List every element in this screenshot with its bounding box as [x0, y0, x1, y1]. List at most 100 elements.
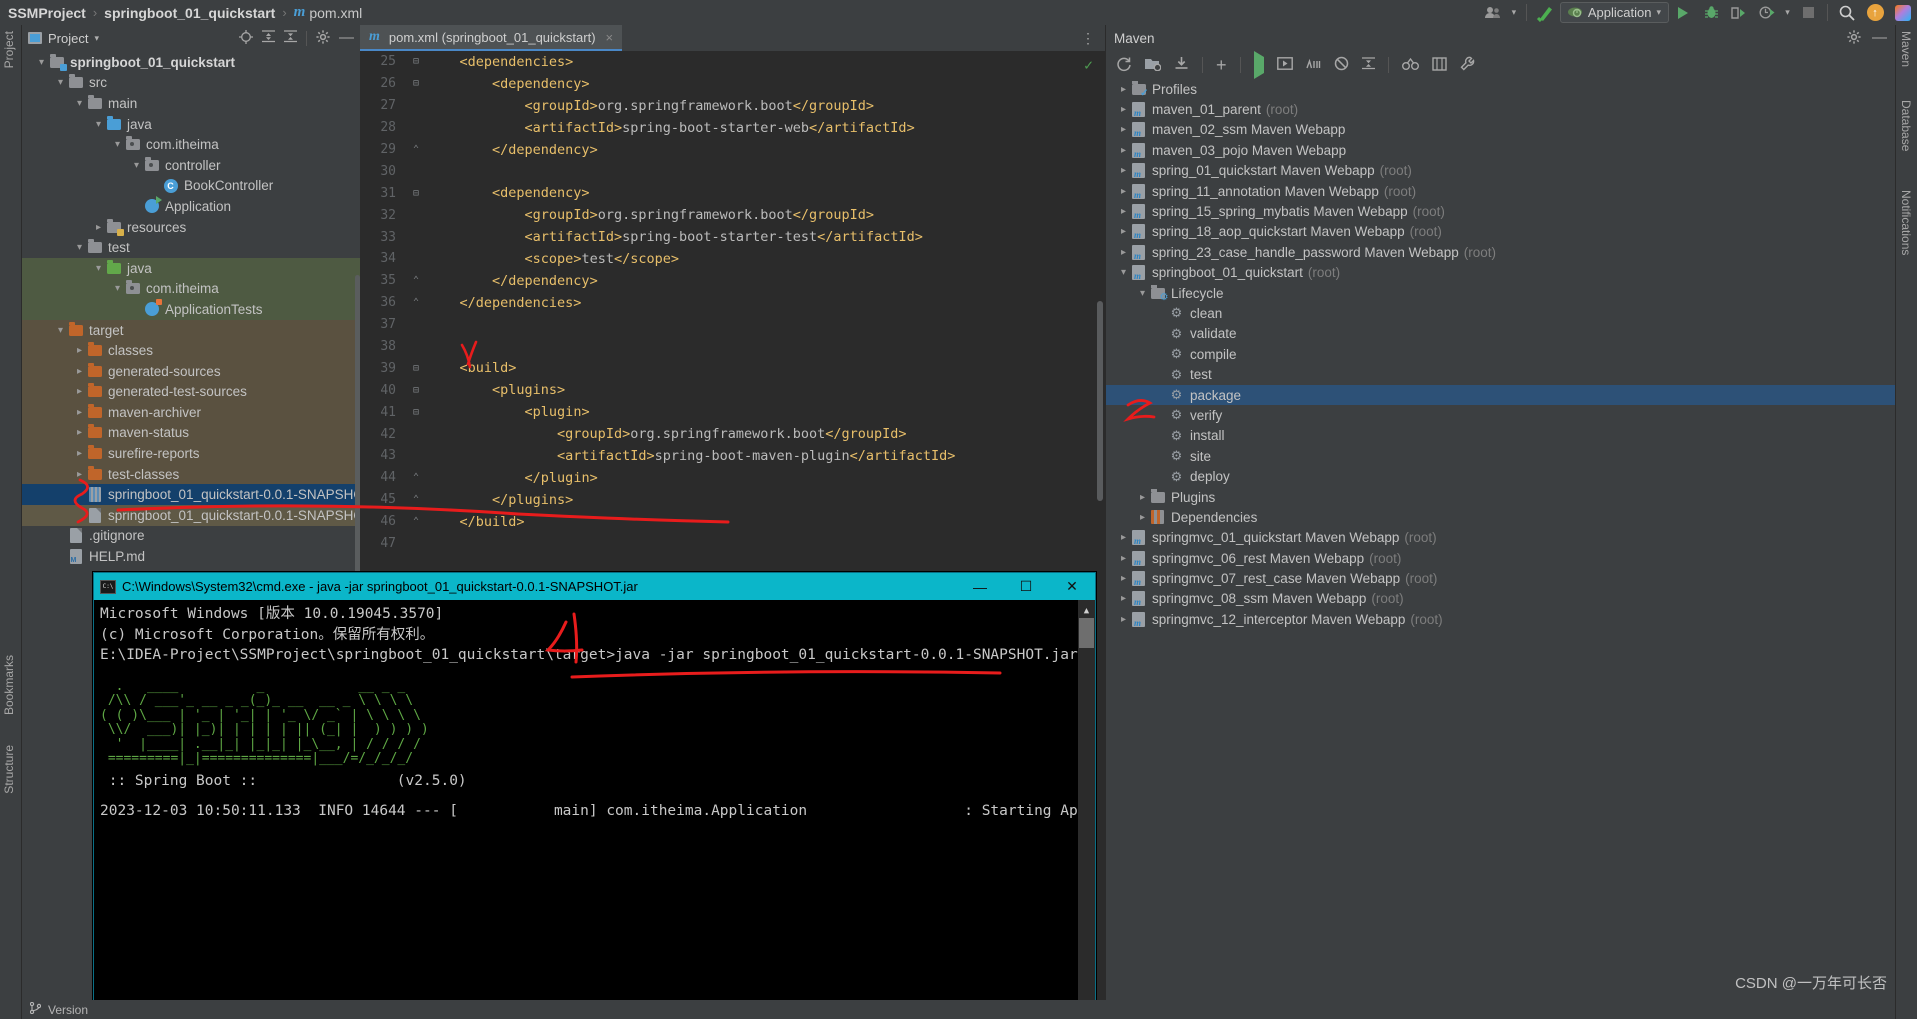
breadcrumb-file[interactable]: pom.xml	[309, 5, 362, 21]
chevron-right-icon[interactable]	[1117, 165, 1130, 176]
stop-icon[interactable]	[1794, 0, 1822, 25]
maven-tree-row[interactable]: springmvc_12_interceptor Maven Webapp(ro…	[1106, 609, 1895, 629]
chevron-right-icon[interactable]	[1117, 206, 1130, 217]
maven-tree-row[interactable]: ⚙ compile	[1106, 344, 1895, 364]
chevron-down-icon[interactable]	[73, 242, 86, 253]
hide-panel-icon[interactable]: —	[1872, 30, 1887, 45]
code-fold-marker-icon[interactable]: ⌃	[405, 516, 427, 527]
maven-tree-row[interactable]: spring_11_annotation Maven Webapp(root)	[1106, 181, 1895, 201]
download-sources-icon[interactable]	[1174, 56, 1189, 74]
project-tree-row[interactable]: generated-sources	[22, 360, 360, 382]
chevron-right-icon[interactable]	[73, 427, 86, 438]
code-fold-marker-icon[interactable]: ⌃	[405, 297, 427, 308]
sidebar-item-notifications[interactable]: Notifications	[1899, 190, 1913, 255]
maven-tree-row[interactable]: ⚙ verify	[1106, 405, 1895, 425]
project-tree-row[interactable]: main	[22, 93, 360, 114]
maven-tree-row[interactable]: spring_23_case_handle_password Maven Web…	[1106, 242, 1895, 262]
project-tree-row[interactable]: controller	[22, 155, 360, 176]
code-fold-marker-icon[interactable]: ⊟	[405, 407, 427, 418]
status-bar-version-control[interactable]: Version	[48, 1003, 88, 1017]
code-fold-marker-icon[interactable]: ⊟	[405, 56, 427, 67]
profiler-icon[interactable]	[1753, 0, 1781, 25]
project-tree-row[interactable]: springboot_01_quickstart-0.0.1-SNAPSHOT.…	[22, 484, 360, 506]
chevron-right-icon[interactable]	[1117, 104, 1130, 115]
chevron-right-icon[interactable]	[1117, 532, 1130, 543]
settings-gear-icon[interactable]	[316, 29, 330, 47]
project-tree-row[interactable]: test	[22, 237, 360, 258]
chevron-down-icon[interactable]	[54, 77, 67, 88]
add-icon[interactable]: +	[1216, 56, 1227, 74]
show-diagram-icon[interactable]	[1431, 56, 1447, 74]
maven-tree-row[interactable]: springmvc_06_rest Maven Webapp(root)	[1106, 548, 1895, 568]
project-tree-row[interactable]: .gitignore	[22, 526, 360, 547]
collapse-all-icon[interactable]	[284, 30, 297, 46]
settings-gear-icon[interactable]	[1847, 29, 1861, 47]
code-fold-marker-icon[interactable]: ⊟	[405, 78, 427, 89]
maven-tree-row[interactable]: maven_02_ssm Maven Webapp	[1106, 120, 1895, 140]
chevron-down-icon[interactable]	[1136, 288, 1149, 299]
chevron-down-icon[interactable]	[92, 263, 105, 274]
chevron-down-icon[interactable]	[130, 160, 143, 171]
maven-tree-row[interactable]: maven_01_parent(root)	[1106, 99, 1895, 119]
minimize-button[interactable]: —	[957, 573, 1003, 600]
maven-tree-row[interactable]: Dependencies	[1106, 507, 1895, 527]
maven-tree-row[interactable]: ⚙ deploy	[1106, 466, 1895, 486]
chevron-down-icon[interactable]	[73, 98, 86, 109]
maximize-button[interactable]: ☐	[1003, 573, 1049, 600]
maven-tree-row[interactable]: ⚙ clean	[1106, 303, 1895, 323]
people-caret-icon[interactable]: ▾	[1507, 0, 1521, 25]
maven-tree-row[interactable]: Plugins	[1106, 487, 1895, 507]
maven-project-tree[interactable]: Profilesmaven_01_parent(root)maven_02_ss…	[1106, 79, 1895, 1000]
chevron-down-icon[interactable]	[1117, 267, 1130, 278]
breadcrumb-project[interactable]: SSMProject	[8, 5, 86, 21]
code-fold-marker-icon[interactable]: ⌃	[405, 275, 427, 286]
hide-panel-icon[interactable]: —	[339, 30, 354, 45]
skip-tests-icon[interactable]	[1334, 56, 1349, 74]
sidebar-item-bookmarks[interactable]: Bookmarks	[2, 655, 16, 715]
chevron-right-icon[interactable]	[1136, 492, 1149, 503]
project-tree-row[interactable]: C BookController	[22, 176, 360, 197]
sidebar-item-database[interactable]: Database	[1899, 100, 1913, 151]
project-tree-row[interactable]: com.itheima	[22, 278, 360, 300]
console-output[interactable]: Microsoft Windows [版本 10.0.19045.3570] (c…	[94, 600, 1095, 1018]
project-tree-row[interactable]: springboot_01_quickstart-0.0.1-SNAPSHOT.…	[22, 505, 360, 526]
chevron-down-icon[interactable]	[54, 325, 67, 336]
chevron-down-icon[interactable]	[111, 283, 124, 294]
project-tree-row[interactable]: ApplicationTests	[22, 299, 360, 320]
maven-tree-row[interactable]: springmvc_08_ssm Maven Webapp(root)	[1106, 589, 1895, 609]
project-tree-row[interactable]: springboot_01_quickstart	[22, 52, 360, 73]
reload-icon[interactable]	[1116, 56, 1132, 75]
expand-all-icon[interactable]	[262, 30, 275, 46]
chevron-right-icon[interactable]	[1117, 614, 1130, 625]
console-scrollbar[interactable]: ▲ ▼	[1078, 600, 1095, 1018]
editor-scrollbar[interactable]	[1097, 301, 1103, 501]
chevron-right-icon[interactable]	[1117, 573, 1130, 584]
maven-tree-row[interactable]: Lifecycle	[1106, 283, 1895, 303]
maven-tree-row[interactable]: ⚙ install	[1106, 426, 1895, 446]
chevron-right-icon[interactable]	[1117, 553, 1130, 564]
maven-tree-row[interactable]: Profiles	[1106, 79, 1895, 99]
code-fold-marker-icon[interactable]: ⊟	[405, 188, 427, 199]
add-maven-project-icon[interactable]	[1145, 57, 1162, 74]
chevron-down-icon[interactable]	[92, 119, 105, 130]
project-tree-row[interactable]: maven-status	[22, 422, 360, 444]
debug-icon[interactable]	[1697, 0, 1725, 25]
chevron-down-icon[interactable]	[111, 139, 124, 150]
tab-pom-xml[interactable]: m pom.xml (springboot_01_quickstart) ×	[360, 25, 623, 51]
project-tree-row[interactable]: com.itheima	[22, 134, 360, 155]
chevron-right-icon[interactable]	[1117, 145, 1130, 156]
close-button[interactable]: ✕	[1049, 573, 1095, 600]
project-tree-row[interactable]: HELP.md	[22, 546, 360, 567]
chevron-right-icon[interactable]	[1117, 247, 1130, 258]
people-icon[interactable]	[1479, 0, 1507, 25]
chevron-right-icon[interactable]	[73, 469, 86, 480]
console-title-bar[interactable]: C:\ C:\Windows\System32\cmd.exe - java -…	[94, 573, 1095, 600]
execute-goal-icon[interactable]	[1276, 57, 1293, 73]
chevron-down-icon[interactable]	[35, 57, 48, 68]
collapse-icon[interactable]	[1361, 57, 1375, 73]
chevron-right-icon[interactable]	[73, 448, 86, 459]
updates-available-icon[interactable]: ↑	[1861, 0, 1889, 25]
maven-tree-row[interactable]: ⚙ package	[1106, 384, 1895, 406]
code-fold-marker-icon[interactable]: ⌃	[405, 472, 427, 483]
close-icon[interactable]: ×	[606, 30, 614, 45]
